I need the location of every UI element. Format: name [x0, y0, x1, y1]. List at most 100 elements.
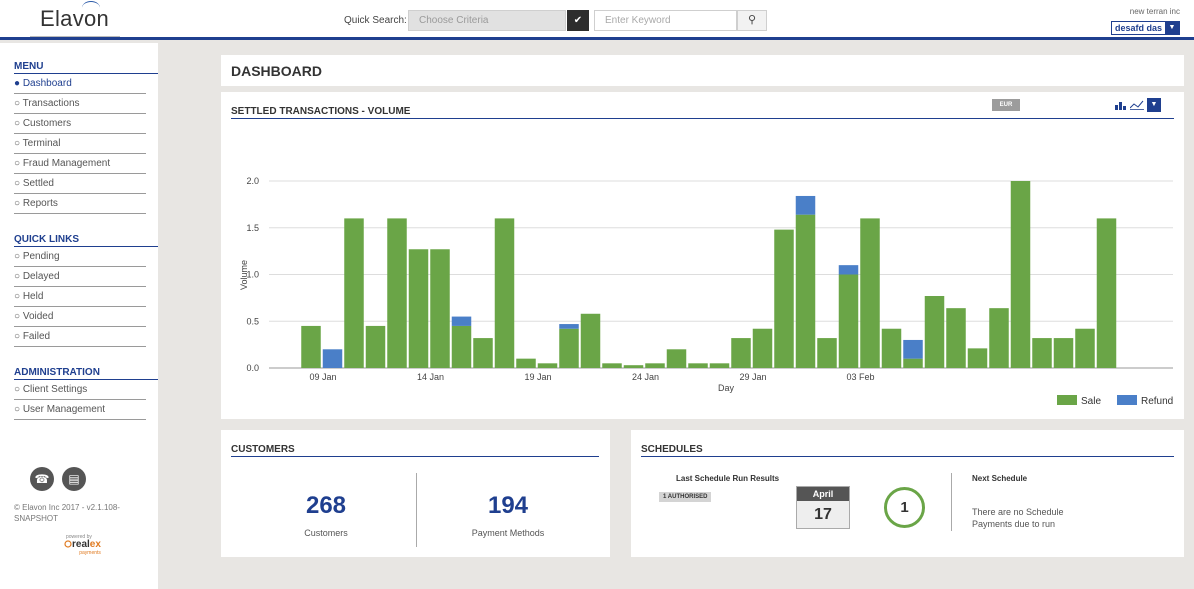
sidebar-item-customers[interactable]: ○ Customers — [14, 114, 146, 134]
sidebar-item-label: User Management — [22, 404, 106, 415]
payment-methods-count[interactable]: 194 — [433, 492, 583, 520]
customers-rule — [231, 456, 599, 457]
quick-link-pending[interactable]: ○ Pending — [14, 247, 146, 267]
bar-refund — [451, 316, 472, 326]
elavon-logo[interactable]: Elavon — [40, 1, 109, 32]
bar-sale — [946, 308, 966, 368]
bullet-empty-icon: ○ — [14, 291, 23, 302]
quick-link-held[interactable]: ○ Held — [14, 287, 146, 307]
bar-sale — [344, 218, 364, 368]
admin-item-client-settings[interactable]: ○ Client Settings — [14, 380, 146, 400]
admin-item-user-management[interactable]: ○ User Management — [14, 400, 146, 420]
sidebar-item-label: Voided — [22, 311, 54, 322]
bullet-empty-icon: ○ — [14, 178, 23, 189]
bar-sale — [580, 313, 601, 368]
user-name[interactable]: desafd das — [1111, 22, 1165, 34]
bar-refund — [795, 195, 816, 215]
last-run-label: Last Schedule Run Results — [676, 474, 780, 483]
schedule-count-ring[interactable]: 1 — [884, 487, 925, 528]
customers-count-label: Customers — [304, 528, 348, 538]
bullet-empty-icon: ○ — [14, 138, 23, 149]
sidebar-item-label: Pending — [22, 251, 60, 262]
top-header: Elavon Quick Search: Choose Criteria ✔ E… — [0, 0, 1194, 40]
bar-sale — [881, 328, 902, 368]
bullet-empty-icon: ○ — [14, 198, 23, 209]
schedules-title: SCHEDULES — [641, 444, 703, 455]
bar-sale — [924, 296, 945, 368]
bullet-empty-icon: ○ — [14, 384, 23, 395]
keyword-input[interactable]: Enter Keyword — [594, 10, 737, 31]
bar-refund — [838, 265, 859, 275]
payment-methods-label: Payment Methods — [471, 528, 545, 538]
bar-sale — [365, 325, 386, 368]
customers-count[interactable]: 268 — [251, 492, 401, 520]
legend-label-refund: Refund — [1141, 396, 1173, 407]
bullet-empty-icon: ○ — [14, 404, 23, 415]
bullet-empty-icon: ○ — [14, 271, 23, 282]
caret-down-icon[interactable]: ▼ — [1165, 22, 1179, 34]
search-criteria-select[interactable]: Choose Criteria — [408, 10, 566, 31]
sidebar-item-label: Reports — [22, 198, 58, 209]
bar-sale — [1096, 218, 1117, 368]
bar-sale — [795, 214, 816, 368]
x-tick-label: 14 Jan — [417, 372, 444, 382]
bar-sale — [301, 325, 321, 368]
company-name: new terran inc — [1129, 7, 1180, 16]
x-axis-label: Day — [718, 383, 735, 393]
bar-sale — [473, 338, 493, 368]
bullet-filled-icon: ● — [14, 78, 23, 89]
bullet-empty-icon: ○ — [14, 331, 23, 342]
menu-list: ● Dashboard ○ Transactions ○ Customers ○ Te… — [0, 74, 158, 214]
authorised-badge[interactable]: 1 AUTHORISED — [659, 492, 712, 502]
phone-icon[interactable]: ☎ — [30, 467, 54, 491]
chevron-down-icon[interactable]: ✔ — [567, 10, 589, 31]
logo-swoosh — [82, 1, 100, 15]
bullet-empty-icon: ○ — [14, 118, 23, 129]
x-tick-label: 19 Jan — [524, 372, 551, 382]
sidebar-item-transactions[interactable]: ○ Transactions — [14, 94, 146, 114]
realex-swirl-icon — [64, 540, 72, 548]
quick-links-list: ○ Pending ○ Delayed ○ Held ○ Voided ○ Failed — [0, 247, 158, 347]
bar-refund — [322, 349, 343, 368]
bar-sale — [1075, 328, 1095, 368]
support-icons: ☎ ▤ — [30, 467, 86, 491]
quick-link-failed[interactable]: ○ Failed — [14, 327, 146, 347]
quick-links-heading: QUICK LINKS — [14, 230, 158, 247]
settled-volume-panel: SETTLED TRANSACTIONS - VOLUME EUR ▼ 0.0 0… — [221, 92, 1184, 419]
bar-sale — [774, 229, 794, 368]
bar-sale — [1010, 181, 1031, 368]
y-tick-label: 2.0 — [246, 176, 259, 186]
quick-link-voided[interactable]: ○ Voided — [14, 307, 146, 327]
bullet-empty-icon: ○ — [14, 158, 23, 169]
legend-label-sale: Sale — [1081, 396, 1101, 407]
bar-sale — [559, 328, 579, 368]
bullet-empty-icon: ○ — [14, 98, 23, 109]
sidebar-item-dashboard[interactable]: ● Dashboard — [14, 74, 146, 94]
x-tick-label: 24 Jan — [632, 372, 659, 382]
realex-logo: realex payments — [64, 540, 101, 558]
sidebar-item-settled[interactable]: ○ Settled — [14, 174, 146, 194]
y-tick-label: 0.5 — [246, 316, 259, 326]
search-icon[interactable]: ⚲ — [737, 10, 767, 31]
bar-sale — [731, 338, 751, 368]
sidebar-item-label: Failed — [22, 331, 51, 342]
sidebar-item-label: Fraud Management — [22, 158, 111, 169]
calendar-day: 17 — [797, 501, 849, 528]
sidebar-item-label: Settled — [22, 178, 54, 189]
calendar-icon: April 17 — [796, 486, 850, 529]
sidebar: MENU ● Dashboard ○ Transactions ○ Customer… — [0, 43, 158, 589]
page-title: DASHBOARD — [231, 63, 322, 79]
bar-sale — [623, 365, 644, 368]
schedules-rule — [641, 456, 1174, 457]
legend-swatch-sale — [1057, 395, 1077, 405]
user-menu[interactable]: desafd das ▼ — [1110, 21, 1180, 35]
copyright-text: © Elavon Inc 2017 - v2.1.108-SNAPSHOT — [14, 503, 120, 523]
quick-link-delayed[interactable]: ○ Delayed — [14, 267, 146, 287]
bar-sale — [709, 363, 730, 368]
sidebar-item-terminal[interactable]: ○ Terminal — [14, 134, 146, 154]
sidebar-item-reports[interactable]: ○ Reports — [14, 194, 146, 214]
bar-sale — [408, 249, 429, 368]
sidebar-item-label: Delayed — [22, 271, 60, 282]
chat-icon[interactable]: ▤ — [62, 467, 86, 491]
sidebar-item-fraud-management[interactable]: ○ Fraud Management — [14, 154, 146, 174]
